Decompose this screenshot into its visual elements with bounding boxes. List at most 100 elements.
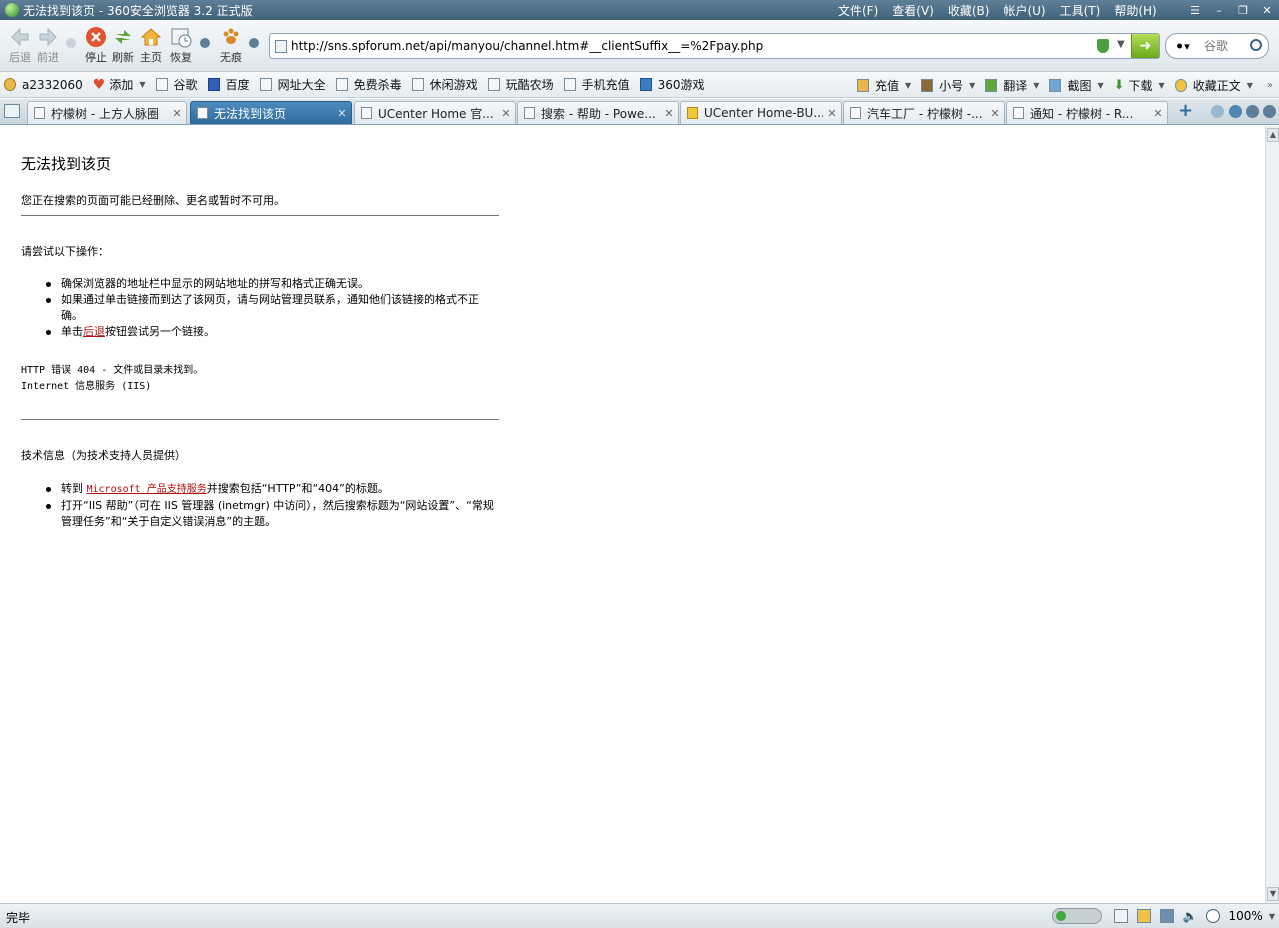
- close-icon[interactable]: ✕: [660, 107, 678, 120]
- tab-scroll-left-icon[interactable]: [1211, 105, 1224, 118]
- alt-account-button[interactable]: 小号 ▼: [917, 74, 981, 96]
- zoom-dropdown-icon[interactable]: ▼: [1269, 912, 1275, 921]
- back-link[interactable]: 后退: [83, 325, 105, 338]
- close-icon[interactable]: ✕: [168, 107, 186, 120]
- search-icon[interactable]: [1250, 39, 1262, 51]
- search-box[interactable]: ⚫▾: [1165, 33, 1269, 59]
- tab[interactable]: 搜索 - 帮助 - Powe... ✕: [517, 101, 679, 124]
- tab[interactable]: 柠檬树 - 上方人脉圈 ✕: [27, 101, 187, 124]
- account-user[interactable]: a2332060: [0, 74, 89, 96]
- menu-help[interactable]: 帮助(H): [1114, 2, 1156, 19]
- menu-favorites[interactable]: 收藏(B): [948, 2, 990, 19]
- speed-mode-toggle[interactable]: [1051, 908, 1102, 924]
- tab-active[interactable]: 无法找到该页 ✕: [190, 101, 352, 124]
- close-icon[interactable]: ✕: [497, 107, 515, 120]
- address-bar[interactable]: ▼ ➜: [269, 33, 1160, 59]
- tab[interactable]: 通知 - 柠檬树 - R... ✕: [1006, 101, 1168, 124]
- favorite-label: 免费杀毒: [353, 78, 402, 92]
- chevron-down-icon[interactable]: ▼: [1247, 81, 1253, 90]
- tab[interactable]: UCenter Home-BU... ✕: [680, 101, 842, 124]
- document-icon[interactable]: [1113, 909, 1128, 923]
- close-icon[interactable]: ✕: [333, 107, 351, 120]
- menu-file[interactable]: 文件(F): [838, 2, 878, 19]
- incognito-dropdown-icon[interactable]: [249, 38, 259, 48]
- favicon-icon: [687, 107, 698, 119]
- page-icon: [275, 40, 287, 53]
- tab-title: 通知 - 柠檬树 - R...: [1030, 106, 1134, 121]
- sidebar-toggle-icon[interactable]: [4, 104, 20, 118]
- page-icon: [335, 78, 348, 91]
- user-icon: [4, 78, 16, 91]
- scroll-down-icon[interactable]: ▼: [1267, 887, 1279, 901]
- chevron-down-icon[interactable]: ▼: [1033, 81, 1039, 90]
- account-username: a2332060: [22, 77, 83, 92]
- incognito-button[interactable]: 无痕: [215, 24, 247, 70]
- menu-tools[interactable]: 工具(T): [1060, 2, 1101, 19]
- tech-heading: 技术信息（为技术支持人员提供）: [21, 449, 186, 462]
- favorite-label: 谷歌: [173, 78, 198, 92]
- close-icon[interactable]: ✕: [986, 107, 1004, 120]
- chevron-down-icon[interactable]: ▼: [905, 81, 911, 90]
- close-icon[interactable]: ✕: [1149, 107, 1167, 120]
- topup-icon: [856, 78, 869, 92]
- tab-scroll-right-icon[interactable]: [1229, 105, 1242, 118]
- page-icon: [34, 107, 45, 119]
- chevron-down-icon[interactable]: ▼: [969, 81, 975, 90]
- favorite-item-baidu[interactable]: 百度: [204, 74, 256, 96]
- page-icon: [259, 78, 272, 91]
- menu-account[interactable]: 帐户(U): [1003, 2, 1045, 19]
- favorite-item-casual-games[interactable]: 休闲游戏: [408, 74, 484, 96]
- translate-button[interactable]: 翻译 ▼: [981, 74, 1045, 96]
- save-text-button[interactable]: 收藏正文 ▼: [1171, 74, 1259, 96]
- home-button[interactable]: 主页: [135, 24, 167, 70]
- maximize-icon[interactable]: ❐: [1231, 4, 1255, 17]
- security-shield-icon[interactable]: [1097, 39, 1109, 53]
- speaker-icon[interactable]: 🔈: [1183, 909, 1198, 923]
- chevron-down-icon[interactable]: ▼: [139, 80, 145, 89]
- tab[interactable]: UCenter Home 官... ✕: [354, 101, 516, 124]
- forward-button[interactable]: 前进: [32, 24, 64, 70]
- favorite-item-phone-topup[interactable]: 手机充值: [560, 74, 636, 96]
- restore-button[interactable]: 恢复: [165, 24, 197, 70]
- minimize-icon[interactable]: –: [1207, 4, 1231, 17]
- favorite-item-360-games[interactable]: 360游戏: [636, 74, 711, 96]
- new-tab-icon[interactable]: +: [1178, 100, 1193, 121]
- favorite-item-google[interactable]: 谷歌: [152, 74, 204, 96]
- close-icon[interactable]: ✕: [1255, 4, 1279, 17]
- tab[interactable]: 汽车工厂 - 柠檬树 -... ✕: [843, 101, 1005, 124]
- network-icon[interactable]: [1159, 909, 1174, 923]
- vertical-scrollbar[interactable]: ▲ ▼: [1265, 126, 1279, 903]
- zoom-level[interactable]: 100%: [1229, 909, 1263, 923]
- url-dropdown-icon[interactable]: ▼: [1117, 39, 1125, 50]
- more-icon[interactable]: »: [1267, 80, 1273, 91]
- add-favorite-button[interactable]: ♥ 添加 ▼: [89, 74, 152, 96]
- screenshot-button[interactable]: 截图 ▼: [1045, 74, 1109, 96]
- support-link[interactable]: Microsoft 产品支持服务: [87, 484, 207, 495]
- favorite-item-directory[interactable]: 网址大全: [256, 74, 332, 96]
- search-engine-icon[interactable]: ⚫▾: [1175, 40, 1190, 53]
- menu-view[interactable]: 查看(V): [892, 2, 934, 19]
- chevron-down-icon[interactable]: ▼: [1159, 81, 1165, 90]
- zoom-icon[interactable]: [1205, 909, 1220, 923]
- favorite-item-antivirus[interactable]: 免费杀毒: [332, 74, 408, 96]
- go-button[interactable]: ➜: [1131, 34, 1159, 58]
- download-button[interactable]: ⬇ 下载 ▼: [1110, 74, 1171, 96]
- close-icon[interactable]: ✕: [823, 107, 841, 120]
- history-dropdown-icon[interactable]: [66, 38, 76, 48]
- tab-list-icon[interactable]: [1246, 105, 1259, 118]
- try-heading: 请尝试以下操作：: [21, 245, 109, 258]
- games-icon: [639, 78, 652, 91]
- favorite-item-farm[interactable]: 玩酷农场: [484, 74, 560, 96]
- tab-close-all-icon[interactable]: [1263, 105, 1276, 118]
- folder-icon[interactable]: [1136, 909, 1151, 923]
- url-input[interactable]: [291, 37, 1091, 55]
- topup-button[interactable]: 充值 ▼: [853, 74, 917, 96]
- restore-dropdown-icon[interactable]: [200, 38, 210, 48]
- screenshot-label: 截图: [1067, 78, 1092, 93]
- chevron-down-icon[interactable]: ▼: [1097, 81, 1103, 90]
- search-input[interactable]: [1204, 37, 1252, 55]
- menu-icon[interactable]: ☰: [1183, 4, 1207, 17]
- tab-title: 无法找到该页: [214, 106, 287, 121]
- page-icon: [524, 107, 535, 119]
- scroll-up-icon[interactable]: ▲: [1267, 128, 1279, 142]
